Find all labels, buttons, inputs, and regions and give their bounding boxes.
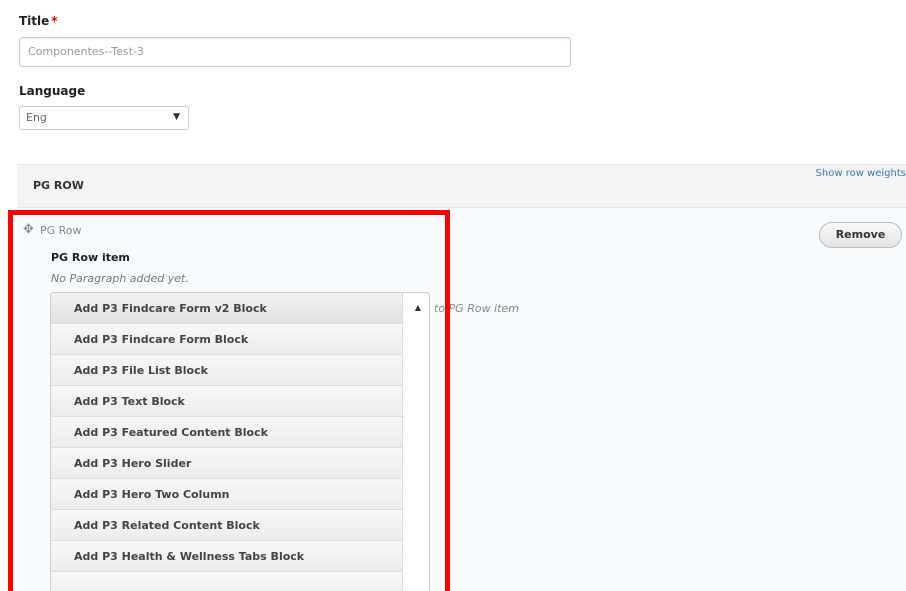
add-paragraph-list: Add P3 Findcare Form v2 Block Add P3 Fin…	[51, 293, 403, 591]
add-featured-content-button[interactable]: Add P3 Featured Content Block	[51, 417, 403, 448]
title-label-text: Title	[19, 14, 50, 28]
add-text-block-button[interactable]: Add P3 Text Block	[51, 386, 403, 417]
pg-row-item-label: PG Row item	[51, 251, 130, 264]
caret-down-icon: ▼	[173, 112, 180, 122]
language-label: Language	[19, 84, 86, 98]
no-paragraph-text: No Paragraph added yet.	[51, 272, 189, 285]
add-findcare-form-button[interactable]: Add P3 Findcare Form Block	[51, 324, 403, 355]
title-input[interactable]: Componentes--Test-3	[19, 37, 571, 67]
add-file-list-button[interactable]: Add P3 File List Block	[51, 355, 403, 386]
add-hero-two-column-button[interactable]: Add P3 Hero Two Column	[51, 479, 403, 510]
add-hero-slider-button[interactable]: Add P3 Hero Slider	[51, 448, 403, 479]
add-health-wellness-tabs-button[interactable]: Add P3 Health & Wellness Tabs Block	[51, 541, 403, 572]
add-paragraph-dropdown: Add P3 Findcare Form v2 Block Add P3 Fin…	[50, 292, 430, 591]
remove-button[interactable]: Remove	[819, 222, 902, 248]
caret-up-icon[interactable]: ▲	[406, 293, 429, 323]
pg-row-header	[17, 164, 906, 208]
pg-row-header-title: PG ROW	[33, 179, 84, 192]
required-mark: *	[51, 14, 58, 28]
language-value: Eng	[26, 111, 47, 124]
language-select[interactable]: Eng ▼	[19, 106, 189, 130]
show-row-weights-link[interactable]: Show row weights	[816, 168, 906, 179]
add-related-content-button[interactable]: Add P3 Related Content Block	[51, 510, 403, 541]
title-label: Title *	[19, 14, 58, 28]
pg-row-label: PG Row	[40, 224, 82, 237]
add-menu-item-partial[interactable]	[51, 572, 403, 591]
to-pg-row-item-text: to PG Row item	[434, 302, 519, 315]
add-findcare-form-v2-button[interactable]: Add P3 Findcare Form v2 Block	[51, 293, 403, 324]
title-input-value: Componentes--Test-3	[28, 45, 144, 58]
move-handle-icon[interactable]: ✥	[23, 222, 34, 237]
